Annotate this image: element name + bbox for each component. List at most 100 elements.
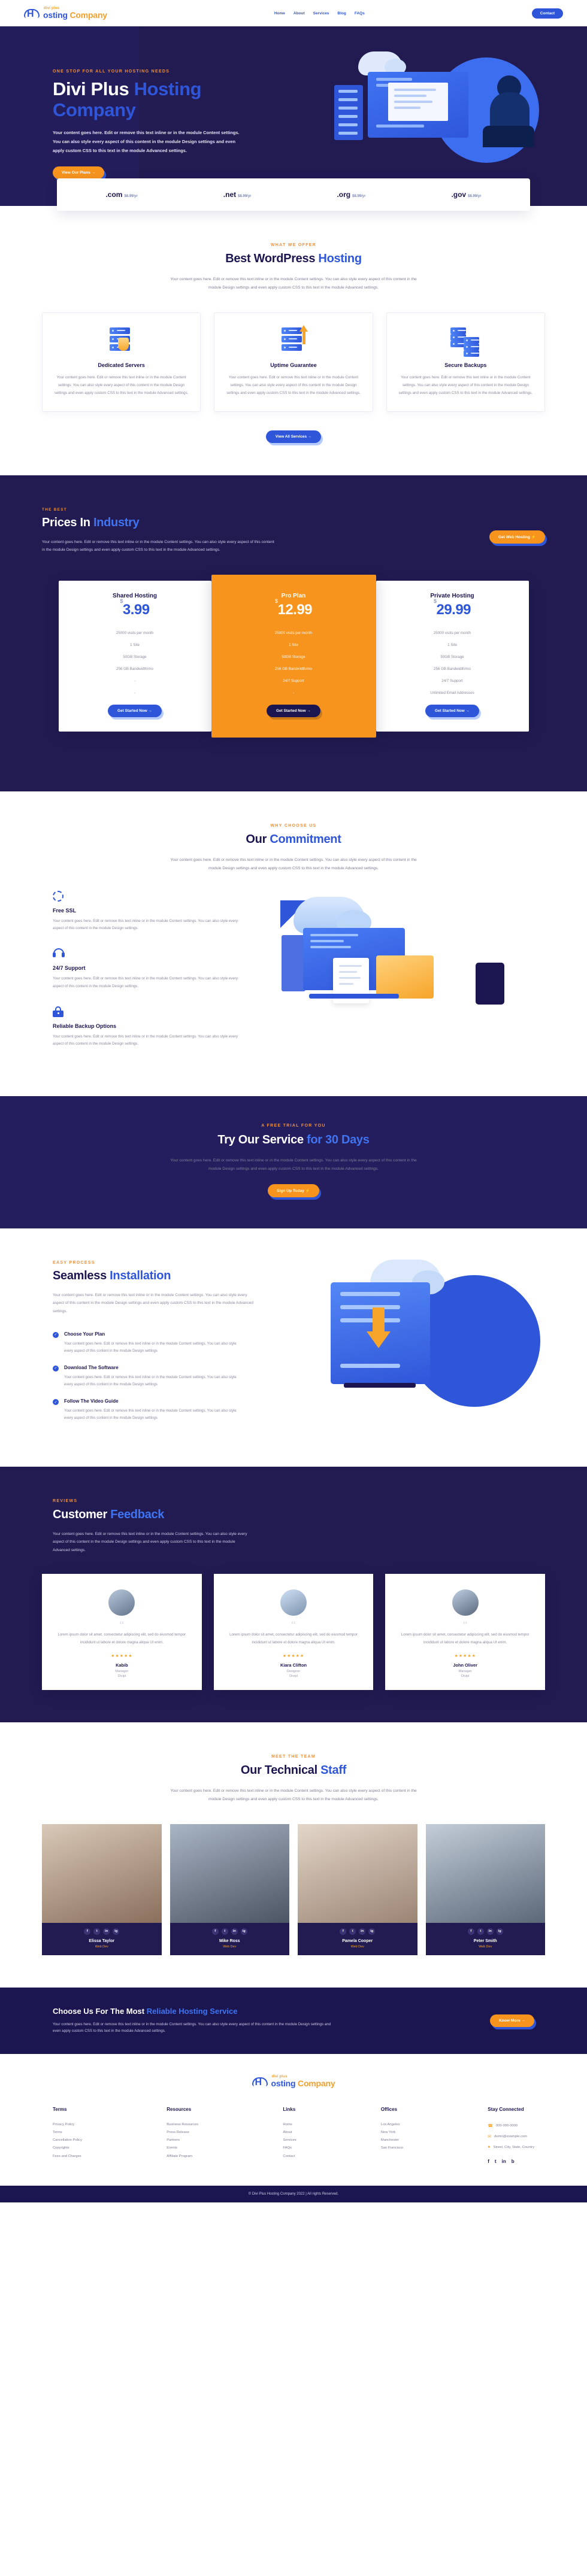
hero-cta-button[interactable]: View Our Plans → — [53, 166, 105, 179]
feature-card: Dedicated Servers Your content goes here… — [42, 312, 201, 412]
plan-cta-button[interactable]: Get Started Now → — [425, 705, 479, 718]
commitment-paragraph: Your content goes here. Edit or remove t… — [170, 858, 417, 870]
staff-socials[interactable]: f t in ig — [42, 1928, 162, 1935]
quote-icon: “ — [119, 1618, 125, 1631]
footer-logo[interactable]: H divi plus osting Company — [252, 2074, 335, 2089]
instagram-icon[interactable]: ig — [496, 1928, 503, 1935]
facebook-icon[interactable]: f — [488, 2159, 489, 2164]
twitter-icon[interactable]: t — [349, 1928, 356, 1935]
footer-link[interactable]: Manchester — [381, 2137, 403, 2144]
domain-item[interactable]: .org $8.99/yr — [337, 190, 365, 199]
domain-tld: .gov — [451, 190, 467, 199]
footer-socials[interactable]: f t in b — [488, 2159, 534, 2164]
twitter-icon[interactable]: t — [477, 1928, 484, 1935]
facebook-icon[interactable]: f — [211, 1928, 219, 1935]
instagram-icon[interactable]: ig — [368, 1928, 376, 1935]
instagram-icon[interactable]: ig — [113, 1928, 120, 1935]
footer-link[interactable]: Los Angeles — [381, 2120, 403, 2128]
staff-socials[interactable]: f t in ig — [298, 1928, 417, 1935]
facebook-icon[interactable]: f — [467, 1928, 474, 1935]
know-more-button[interactable]: Know More → — [490, 2014, 534, 2027]
testimonial-company: Divipl — [461, 1674, 470, 1678]
footer-email[interactable]: ✉ demo@example.com — [488, 2131, 534, 2142]
domain-item[interactable]: .gov $8.99/yr — [451, 190, 481, 199]
facebook-icon[interactable]: f — [84, 1928, 91, 1935]
footer-link[interactable]: Home — [283, 2120, 296, 2128]
footer-link[interactable]: FAQs — [283, 2144, 296, 2152]
contact-button[interactable]: Contact — [531, 8, 563, 19]
nav-item-faqs[interactable]: FAQs — [355, 11, 365, 16]
footer-address: ● Street, City, State, Country — [488, 2142, 534, 2152]
footer-phone[interactable]: ☎ 000-000-0000 — [488, 2120, 534, 2131]
pricing-title-main: Prices In — [42, 515, 93, 529]
footer-link[interactable]: Events — [167, 2144, 198, 2152]
linkedin-icon[interactable]: in — [103, 1928, 110, 1935]
staff-socials[interactable]: f t in ig — [426, 1928, 546, 1935]
footer-link[interactable]: New York — [381, 2128, 403, 2136]
staff-section: MEET THE TEAM Our Technical Staff Your c… — [0, 1722, 587, 1988]
domain-price: $8.99/yr — [352, 195, 366, 198]
domain-item[interactable]: .com $8.99/yr — [105, 190, 137, 199]
plan-features: 25000 visits per month 1 Site 50GB Stora… — [386, 627, 519, 699]
main-navigation[interactable]: Home About Services Blog FAQs — [274, 11, 365, 16]
linkedin-icon[interactable]: in — [486, 1928, 494, 1935]
rating-stars: ★★★★★ — [111, 1653, 133, 1658]
feedback-title-main: Customer — [53, 1507, 111, 1521]
logo-name-primary: osting — [271, 2079, 296, 2089]
twitter-icon[interactable]: t — [93, 1928, 101, 1935]
site-logo[interactable]: H divi plus osting Company — [24, 6, 107, 20]
plan-price: $12.99 — [221, 598, 367, 618]
nav-item-home[interactable]: Home — [274, 11, 285, 16]
linkedin-icon[interactable]: in — [359, 1928, 366, 1935]
plan-cta-button[interactable]: Get Started Now → — [108, 705, 162, 718]
footer-link[interactable]: Privacy Policy — [53, 2120, 82, 2128]
footer-link[interactable]: Cancellation Policy — [53, 2137, 82, 2144]
linkedin-icon[interactable]: in — [231, 1928, 238, 1935]
feedback-title: Customer Feedback — [53, 1508, 545, 1522]
cloud-logo-icon: H — [252, 2074, 270, 2089]
avatar — [108, 1589, 135, 1616]
cloud-logo-icon: H — [24, 6, 42, 20]
view-all-services-button[interactable]: View All Services → — [265, 430, 322, 443]
domain-item[interactable]: .net $8.99/yr — [223, 190, 252, 199]
footer-link[interactable]: Fees and Charges — [53, 2152, 82, 2160]
hero-title-line2: Company — [53, 99, 136, 120]
plan-features: 25000 visits per month 1 Site 50GB Stora… — [68, 627, 202, 699]
footer-link[interactable]: Services — [283, 2137, 296, 2144]
plan-feature: 256 GB Bandwidth/mo — [275, 666, 312, 671]
footer-link[interactable]: Contact — [283, 2152, 296, 2160]
staff-socials[interactable]: f t in ig — [170, 1928, 290, 1935]
nav-item-about[interactable]: About — [294, 11, 305, 16]
behance-icon[interactable]: b — [512, 2159, 515, 2164]
footer-address-value: Street, City, State, Country — [493, 2145, 534, 2149]
testimonial-role: Manager — [458, 1669, 472, 1673]
linkedin-icon[interactable]: in — [502, 2159, 506, 2164]
plan-cta-button[interactable]: Get Started Now → — [267, 705, 320, 718]
quote-icon: “ — [291, 1618, 296, 1631]
domain-price-bar: .com $8.99/yr .net $8.99/yr .org $8.99/y… — [0, 178, 587, 211]
plan-feature: 25000 visits per month — [116, 630, 154, 635]
footer-link[interactable]: San Francisco — [381, 2144, 403, 2152]
footer-link[interactable]: Press Release — [167, 2128, 198, 2136]
sign-up-today-button[interactable]: Sign Up Today ⚡ — [268, 1184, 319, 1197]
hero-title: Divi Plus Hosting Company — [53, 78, 282, 120]
headset-icon — [53, 948, 65, 960]
footer-link[interactable]: About — [283, 2128, 296, 2136]
cta-title-accent: Reliable Hosting Service — [146, 2006, 238, 2016]
footer-link[interactable]: Business Resources — [167, 2120, 198, 2128]
twitter-icon[interactable]: t — [495, 2159, 497, 2164]
footer-link[interactable]: Copyrights — [53, 2144, 82, 2152]
twitter-icon[interactable]: t — [221, 1928, 228, 1935]
plan-feature: 50GB Storage — [440, 654, 464, 659]
nav-item-services[interactable]: Services — [313, 11, 329, 16]
instagram-icon[interactable]: ig — [240, 1928, 247, 1935]
get-web-hosting-button[interactable]: Get Web Hosting ⚡ — [489, 530, 545, 544]
footer-link[interactable]: Partners — [167, 2137, 198, 2144]
footer-link[interactable]: Terms — [53, 2128, 82, 2136]
plan-feature: 24/7 Support — [283, 678, 304, 683]
nav-item-blog[interactable]: Blog — [337, 11, 346, 16]
feature-card-title: Dedicated Servers — [98, 362, 145, 368]
plan-price: $3.99 — [68, 598, 202, 618]
facebook-icon[interactable]: f — [340, 1928, 347, 1935]
footer-link[interactable]: Affiliate Program — [167, 2152, 198, 2160]
